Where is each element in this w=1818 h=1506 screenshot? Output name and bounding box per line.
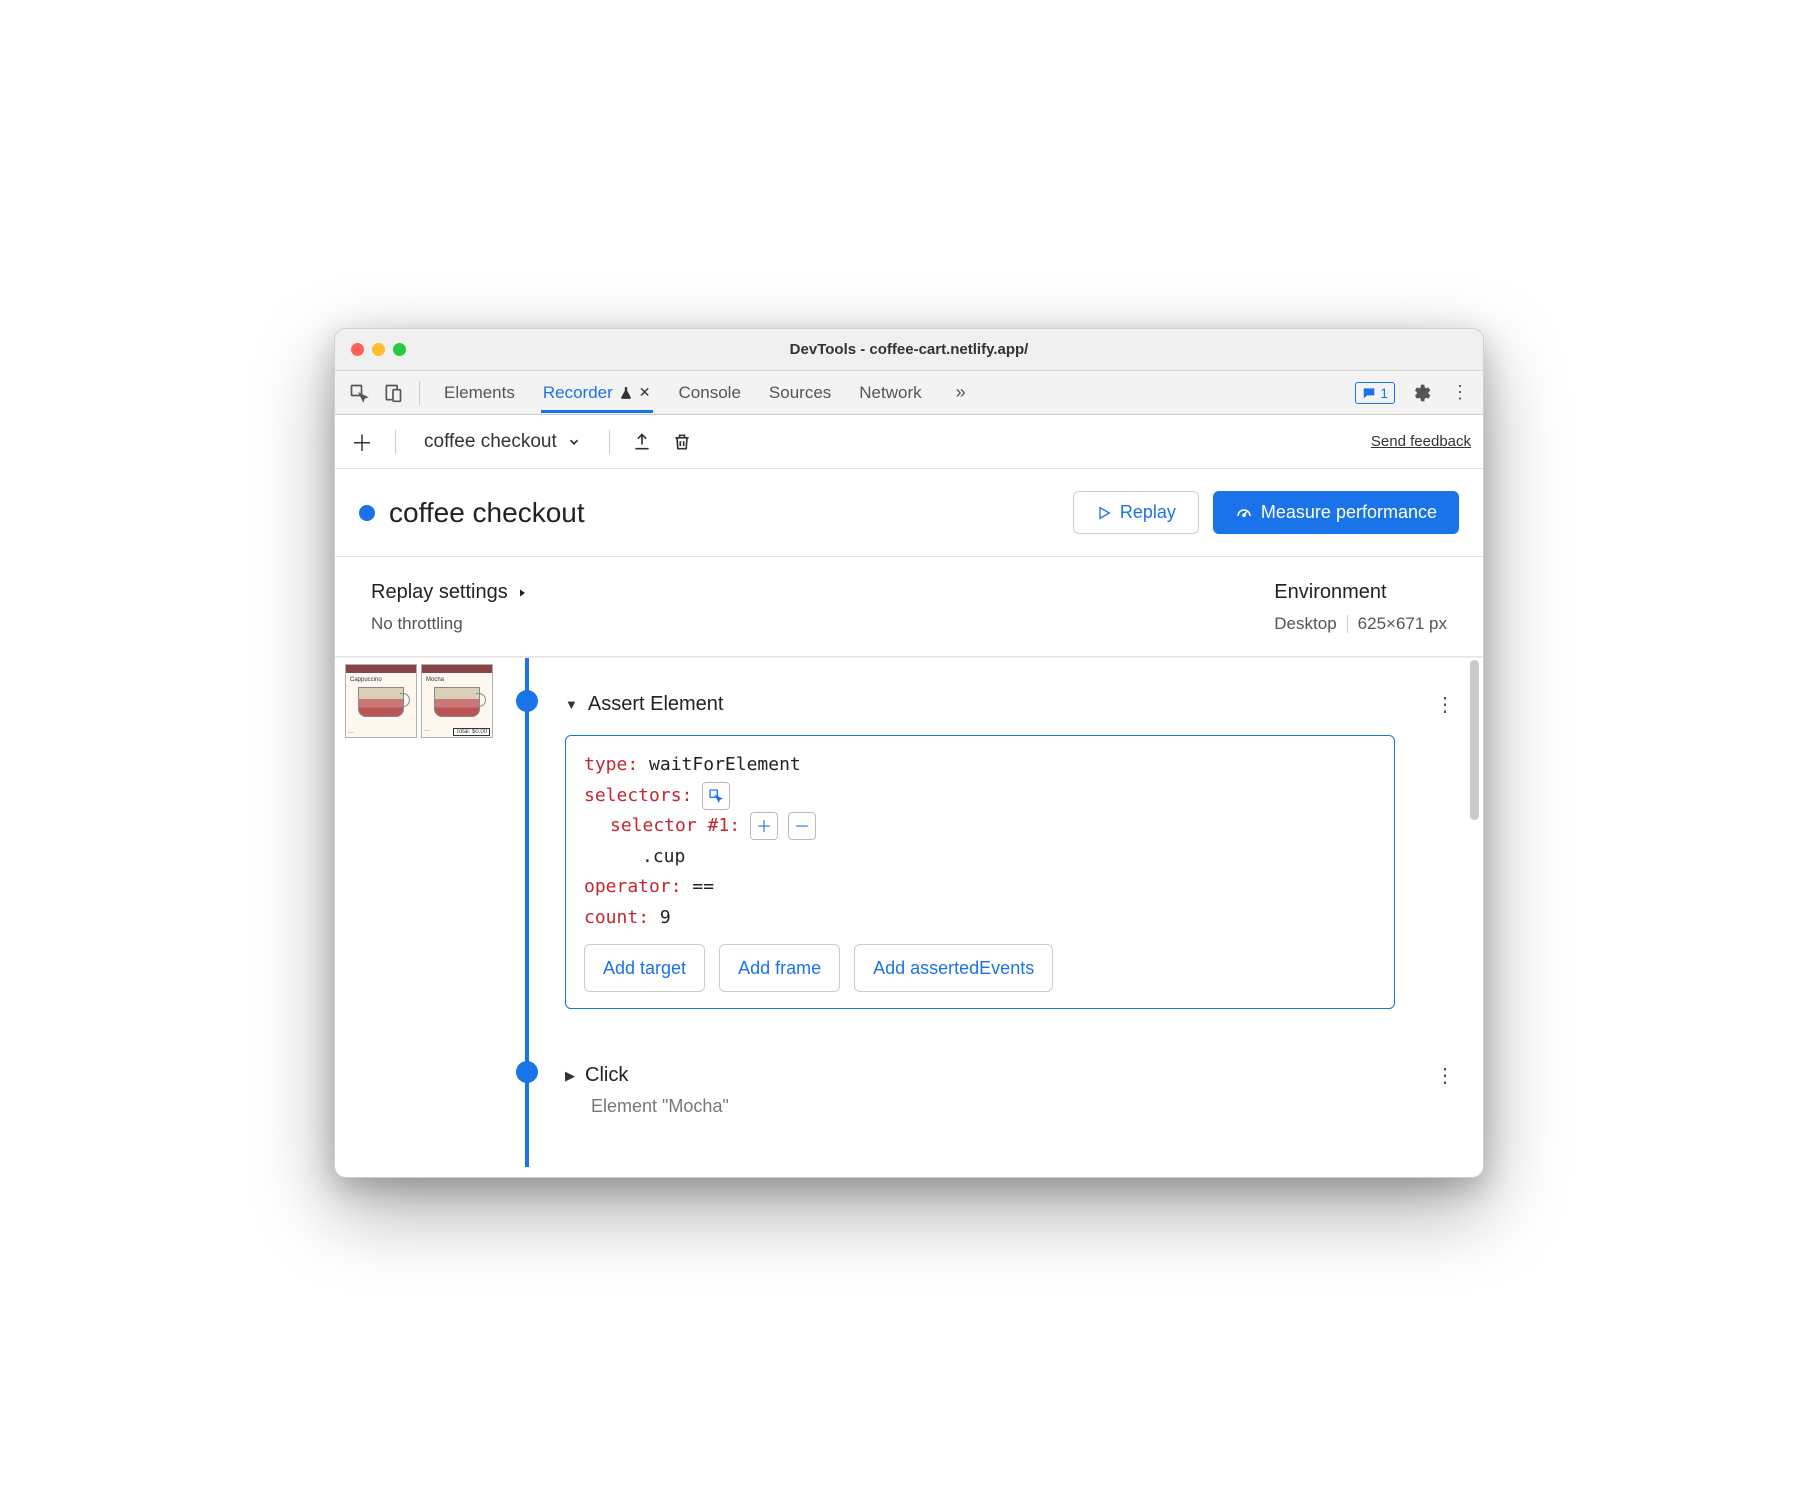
step-title: Assert Element xyxy=(588,693,724,716)
recording-title: coffee checkout xyxy=(389,497,1073,529)
step-click: ▶ Click ⋮ Element "Mocha" xyxy=(505,1059,1465,1117)
prop-val-operator[interactable]: == xyxy=(692,876,714,897)
tab-sources[interactable]: Sources xyxy=(767,373,833,413)
step-dot xyxy=(516,1061,538,1083)
tab-elements[interactable]: Elements xyxy=(442,373,517,413)
separator xyxy=(395,430,396,454)
triangle-down-icon: ▼ xyxy=(565,697,578,712)
tab-list: Elements Recorder ✕ Console Sources Netw… xyxy=(432,373,1349,413)
window-title: DevTools - coffee-cart.netlify.app/ xyxy=(335,341,1483,358)
step-kebab-icon[interactable]: ⋮ xyxy=(1425,1059,1465,1092)
recording-header: coffee checkout Replay Measure performan… xyxy=(335,469,1483,557)
messages-count: 1 xyxy=(1380,385,1388,401)
step-header[interactable]: ▼ Assert Element ⋮ xyxy=(565,688,1465,721)
tab-network[interactable]: Network xyxy=(857,373,923,413)
selector-label: selector #1 xyxy=(610,815,729,836)
step-subtitle: Element "Mocha" xyxy=(591,1096,1465,1117)
device-toggle-icon[interactable] xyxy=(379,379,407,407)
add-frame-button[interactable]: Add frame xyxy=(719,944,840,993)
triangle-right-icon: ▶ xyxy=(565,1068,575,1084)
prop-key-selectors: selectors xyxy=(584,785,682,806)
devtools-window: DevTools - coffee-cart.netlify.app/ Elem… xyxy=(334,328,1484,1178)
minimize-window-button[interactable] xyxy=(372,343,385,356)
send-feedback-link[interactable]: Send feedback xyxy=(1371,433,1471,450)
prop-val-count[interactable]: 9 xyxy=(660,907,671,928)
prop-key-operator: operator xyxy=(584,876,671,897)
environment-value: Desktop 625×671 px xyxy=(1274,614,1447,634)
right-tools: 1 ⋮ xyxy=(1355,378,1473,407)
close-window-button[interactable] xyxy=(351,343,364,356)
new-recording-button[interactable]: ＋ xyxy=(347,427,377,457)
steps-track: ▼ Assert Element ⋮ type: waitForElement … xyxy=(505,658,1483,1167)
measure-performance-button[interactable]: Measure performance xyxy=(1213,491,1459,534)
tab-recorder-label: Recorder xyxy=(543,383,613,403)
separator xyxy=(1347,615,1348,633)
replay-button-label: Replay xyxy=(1120,502,1176,523)
tab-console[interactable]: Console xyxy=(677,373,743,413)
recorder-toolbar: ＋ coffee checkout Send feedback xyxy=(335,415,1483,469)
titlebar: DevTools - coffee-cart.netlify.app/ xyxy=(335,329,1483,371)
play-icon xyxy=(1096,505,1112,521)
settings-row: Replay settings No throttling Environmen… xyxy=(335,557,1483,657)
prop-key-type: type xyxy=(584,754,627,775)
measure-button-label: Measure performance xyxy=(1261,502,1437,523)
env-device: Desktop xyxy=(1274,614,1336,634)
recording-selector-label: coffee checkout xyxy=(424,431,557,453)
thumb-total: Total: $0.00 xyxy=(453,728,490,736)
throttling-value: No throttling xyxy=(371,614,1274,634)
separator xyxy=(419,381,420,405)
settings-gear-icon[interactable] xyxy=(1407,379,1435,407)
gauge-icon xyxy=(1235,504,1253,522)
step-body: type: waitForElement selectors: selector… xyxy=(565,735,1395,1009)
inspect-element-icon[interactable] xyxy=(345,379,373,407)
screenshot-thumbnail[interactable]: Cappuccino ··· xyxy=(345,664,417,738)
replay-settings-label: Replay settings xyxy=(371,581,508,604)
messages-badge[interactable]: 1 xyxy=(1355,382,1395,404)
maximize-window-button[interactable] xyxy=(393,343,406,356)
flask-icon xyxy=(619,386,633,400)
selector-value[interactable]: .cup xyxy=(642,846,685,867)
delete-recording-icon[interactable] xyxy=(668,428,696,456)
step-title: Click xyxy=(585,1064,628,1087)
environment-label: Environment xyxy=(1274,581,1447,604)
message-icon xyxy=(1362,386,1376,400)
separator xyxy=(609,430,610,454)
screenshot-thumbnail[interactable]: Mocha ···Total: $0.00 xyxy=(421,664,493,738)
kebab-menu-icon[interactable]: ⋮ xyxy=(1447,378,1473,407)
export-recording-icon[interactable] xyxy=(628,428,656,456)
screenshot-thumbnails: Cappuccino ··· Mocha ···Total: $0.00 xyxy=(335,658,505,1167)
step-kebab-icon[interactable]: ⋮ xyxy=(1425,688,1465,721)
remove-selector-icon[interactable]: － xyxy=(788,812,816,840)
pick-selector-icon[interactable] xyxy=(702,782,730,810)
step-assert-element: ▼ Assert Element ⋮ type: waitForElement … xyxy=(505,688,1465,1009)
step-dot xyxy=(516,690,538,712)
close-tab-icon[interactable]: ✕ xyxy=(639,384,651,401)
prop-val-type[interactable]: waitForElement xyxy=(649,754,801,775)
add-asserted-events-button[interactable]: Add assertedEvents xyxy=(854,944,1053,993)
tab-recorder[interactable]: Recorder ✕ xyxy=(541,373,653,413)
replay-button[interactable]: Replay xyxy=(1073,491,1199,534)
prop-key-count: count xyxy=(584,907,638,928)
timeline-area: Cappuccino ··· Mocha ···Total: $0.00 ▼ xyxy=(335,657,1483,1177)
step-header[interactable]: ▶ Click ⋮ xyxy=(565,1059,1465,1092)
add-target-button[interactable]: Add target xyxy=(584,944,705,993)
traffic-lights xyxy=(351,343,406,356)
thumb-caption: Cappuccino xyxy=(350,677,382,683)
recording-selector[interactable]: coffee checkout xyxy=(414,427,591,457)
thumb-caption: Mocha xyxy=(426,677,444,683)
more-tabs-button[interactable]: » xyxy=(948,378,974,407)
add-selector-icon[interactable]: ＋ xyxy=(750,812,778,840)
replay-settings-toggle[interactable]: Replay settings xyxy=(371,581,1274,604)
env-dimensions: 625×671 px xyxy=(1358,614,1447,634)
devtools-tabs-row: Elements Recorder ✕ Console Sources Netw… xyxy=(335,371,1483,415)
recording-status-dot xyxy=(359,505,375,521)
chevron-down-icon xyxy=(567,435,581,449)
chevron-right-icon xyxy=(516,587,528,599)
